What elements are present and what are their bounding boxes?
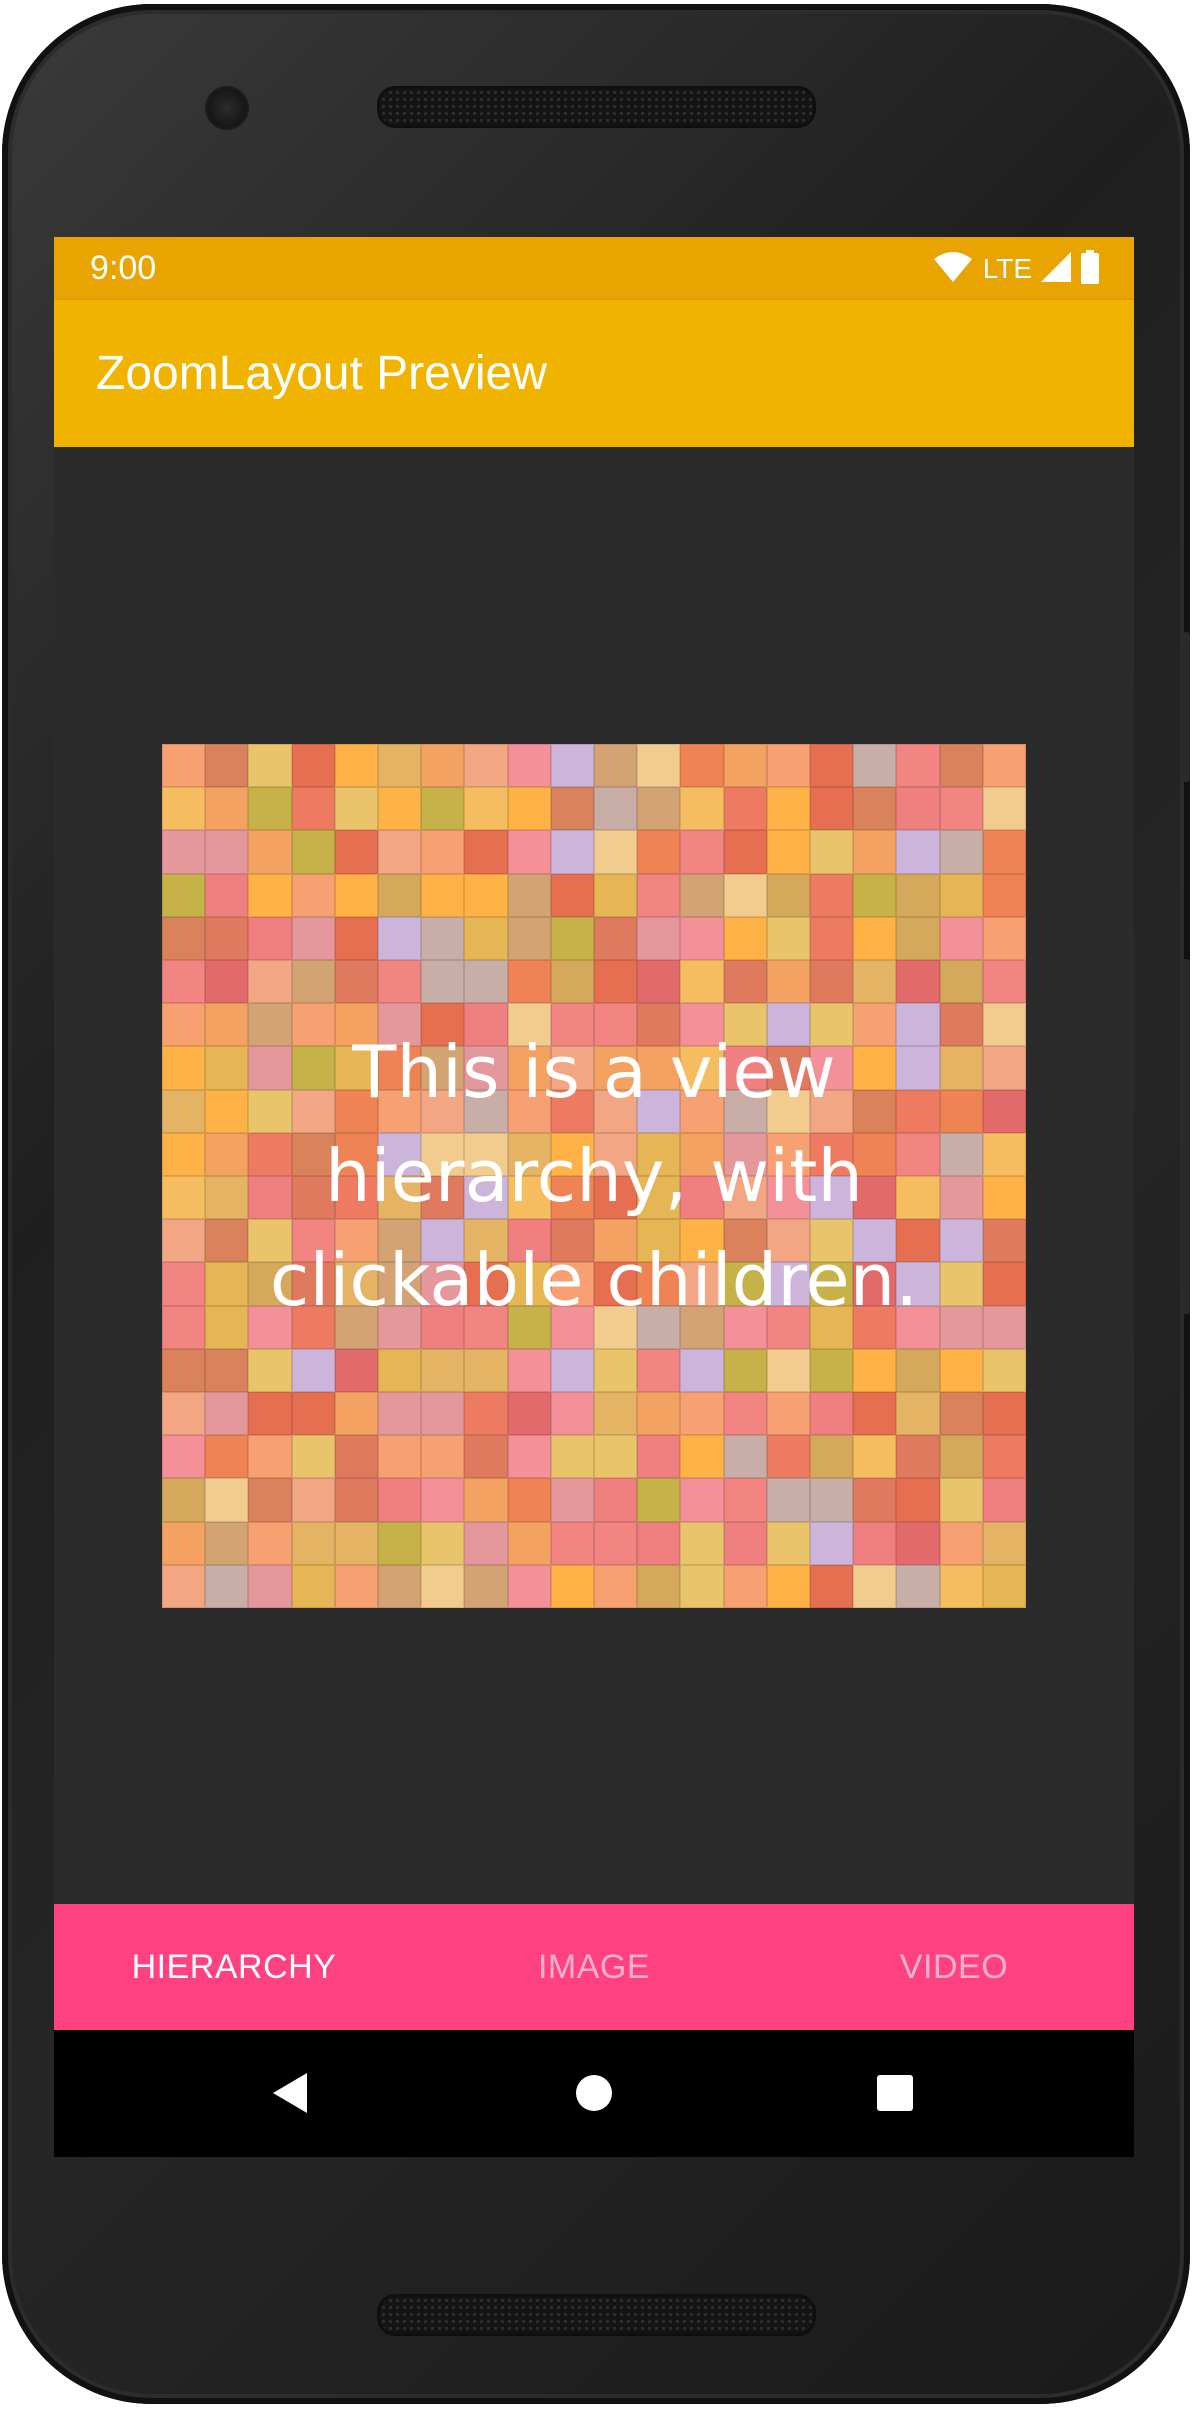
- cellular-signal-icon: [1040, 251, 1072, 287]
- tab-hierarchy[interactable]: HIERARCHY: [54, 1904, 414, 2030]
- tab-image[interactable]: IMAGE: [414, 1904, 774, 2030]
- device-screen: 9:00 LTE ZoomLayout Preview This is a vi…: [54, 237, 1134, 2157]
- zoom-layout-content[interactable]: This is a view hierarchy, with clickable…: [54, 447, 1134, 1904]
- status-icons: LTE: [933, 250, 1100, 288]
- tab-video[interactable]: VIDEO: [774, 1904, 1134, 2030]
- app-toolbar: ZoomLayout Preview: [54, 300, 1134, 447]
- home-icon[interactable]: [561, 2060, 627, 2126]
- earpiece-speaker: [377, 86, 816, 128]
- recents-icon[interactable]: [862, 2060, 928, 2126]
- power-button: [1182, 959, 1190, 1314]
- bottom-speaker: [377, 2294, 816, 2336]
- network-type-label: LTE: [982, 253, 1032, 284]
- back-icon[interactable]: [258, 2060, 324, 2126]
- wifi-icon: [933, 251, 973, 287]
- hierarchy-overlay-text: This is a view hierarchy, with clickable…: [269, 1030, 919, 1322]
- volume-button: [1182, 632, 1190, 782]
- system-navigation-bar: [54, 2030, 1134, 2157]
- status-time: 9:00: [90, 249, 157, 287]
- phone-frame: 9:00 LTE ZoomLayout Preview This is a vi…: [2, 4, 1190, 2404]
- battery-icon: [1080, 250, 1100, 288]
- bottom-navigation: HIERARCHY IMAGE VIDEO: [54, 1904, 1134, 2030]
- app-title: ZoomLayout Preview: [96, 347, 547, 400]
- front-camera: [205, 86, 249, 130]
- status-bar: 9:00 LTE: [54, 237, 1134, 300]
